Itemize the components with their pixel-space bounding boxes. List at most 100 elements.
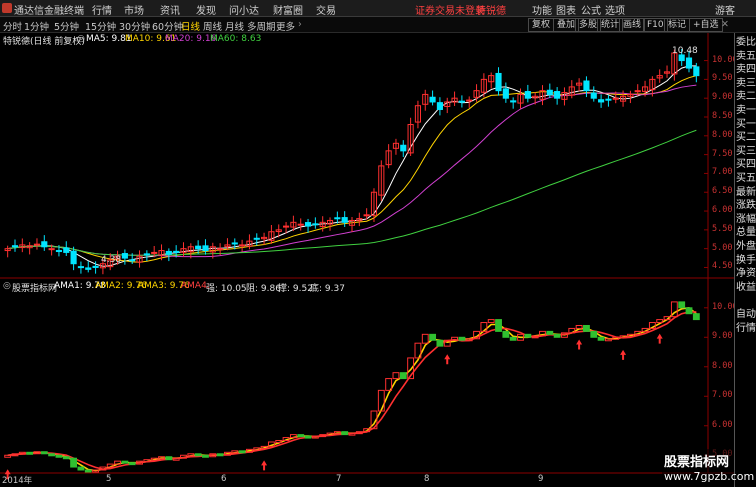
- candle-body: [363, 214, 370, 217]
- candle-body: [400, 144, 407, 152]
- side-item[interactable]: 净资: [736, 268, 756, 280]
- indicator-bar: [436, 339, 444, 347]
- indicator-bar: [604, 338, 612, 342]
- indicator-tick: 7.00: [712, 390, 733, 401]
- indicator-bar: [4, 454, 12, 458]
- side-item[interactable]: 卖三: [736, 78, 756, 90]
- indicator-bar: [487, 319, 495, 324]
- side-item[interactable]: 收益: [736, 282, 756, 294]
- indicator-tick: 8.00: [712, 360, 733, 371]
- indicator-bar: [553, 333, 561, 338]
- candle-body: [605, 98, 612, 101]
- side-item[interactable]: 外盘: [736, 241, 756, 253]
- high-price-label: 10.48: [672, 46, 698, 56]
- indicator-bar: [524, 333, 532, 338]
- side-item[interactable]: 换手: [736, 255, 756, 267]
- candle-body: [202, 245, 209, 252]
- candle-body: [121, 253, 128, 259]
- candle-body: [312, 223, 319, 226]
- indicator-bar: [377, 389, 385, 412]
- x-label-may: 5: [106, 474, 112, 484]
- candle-body: [77, 266, 84, 269]
- indicator-bar: [392, 372, 400, 380]
- candle-body: [341, 217, 348, 223]
- sub-chart-title: 股票指标网: [12, 284, 58, 294]
- indicator-bar: [678, 301, 686, 309]
- candle-body: [85, 267, 92, 270]
- side-item[interactable]: 买三: [736, 146, 756, 158]
- indicator-bar: [421, 333, 429, 344]
- candle-body: [129, 259, 136, 262]
- indicator-bar: [590, 330, 598, 338]
- candle-body: [554, 91, 561, 99]
- candle-body: [63, 247, 70, 253]
- side-item[interactable]: 总量: [736, 227, 756, 239]
- side-item[interactable]: 买五: [736, 173, 756, 185]
- ma60-line: [7, 129, 697, 256]
- indicator-bar: [656, 319, 664, 324]
- x-label-2014: 2014年: [2, 476, 33, 486]
- resistance-level: 阻: 9.86: [246, 284, 281, 294]
- chart-canvas[interactable]: [0, 0, 756, 487]
- side-item[interactable]: 最新: [736, 187, 756, 199]
- candle-body: [524, 91, 531, 99]
- candle-body: [693, 66, 700, 77]
- price-tick: 5.00: [712, 242, 733, 253]
- indicator-bar: [575, 324, 583, 329]
- candle-body: [297, 223, 304, 226]
- candle-body: [495, 72, 502, 92]
- x-label-aug: 8: [424, 474, 430, 484]
- indicator-bar: [304, 435, 312, 439]
- price-tick: 4.50: [712, 261, 733, 272]
- indicator-bar: [692, 313, 700, 321]
- candle-body: [510, 100, 517, 103]
- indicator-bar: [341, 431, 349, 436]
- side-item[interactable]: 卖二: [736, 91, 756, 103]
- indicator-bar: [458, 336, 466, 341]
- side-item[interactable]: 卖一: [736, 105, 756, 117]
- candle-body: [334, 217, 341, 220]
- buy-arrow-icon: [656, 333, 663, 344]
- candle-body: [429, 96, 436, 103]
- candle-body: [458, 100, 465, 103]
- candle-body: [231, 242, 238, 245]
- buy-arrow-icon: [444, 354, 451, 365]
- candle-body: [143, 253, 150, 256]
- low-price-label: 4.38: [101, 255, 122, 265]
- indicator-bar: [502, 330, 510, 338]
- side-item[interactable]: 买一: [736, 119, 756, 131]
- side-item[interactable]: 涨跌: [736, 200, 756, 212]
- bottom-level: 底: 9.37: [310, 284, 345, 294]
- candle-body: [92, 265, 99, 268]
- price-tick: 8.50: [712, 111, 733, 121]
- indicator-bar: [77, 466, 85, 471]
- sub-settings-icon[interactable]: ◎: [3, 281, 11, 291]
- indicator-tick: 9.00: [712, 331, 733, 342]
- price-tick: 9.50: [712, 73, 733, 84]
- watermark-url: www.7gpzb.com: [664, 470, 755, 483]
- side-item[interactable]: 行情: [736, 323, 756, 335]
- candle-body: [239, 244, 246, 247]
- price-tick: 5.50: [712, 223, 733, 234]
- side-item[interactable]: 卖四: [736, 64, 756, 76]
- candle-body: [685, 57, 693, 69]
- candle-body: [195, 245, 202, 250]
- buy-arrow-icon: [576, 339, 583, 350]
- side-item[interactable]: 买四: [736, 159, 756, 171]
- side-item[interactable]: 买二: [736, 132, 756, 144]
- price-tick: 9.00: [712, 92, 733, 103]
- side-item[interactable]: 卖五: [736, 51, 756, 63]
- indicator-bar: [399, 372, 407, 380]
- side-item[interactable]: 委比: [736, 37, 756, 49]
- price-tick: 6.00: [712, 205, 733, 216]
- indicator-bar: [238, 450, 246, 454]
- indicator-bar: [165, 456, 173, 461]
- side-item[interactable]: 自动: [736, 309, 756, 321]
- candle-body: [598, 99, 605, 103]
- indicator-bar: [216, 453, 224, 457]
- side-item[interactable]: 涨幅: [736, 214, 756, 226]
- candle-body: [41, 241, 48, 248]
- x-label-sep: 9: [538, 474, 544, 484]
- candle-body: [55, 250, 63, 253]
- quote-side-panel: 委比卖五 卖四卖三 卖二卖一买一 买二买三 买四买五最新 涨跌涨幅 总量外盘换手 净资收益自动…: [734, 33, 756, 487]
